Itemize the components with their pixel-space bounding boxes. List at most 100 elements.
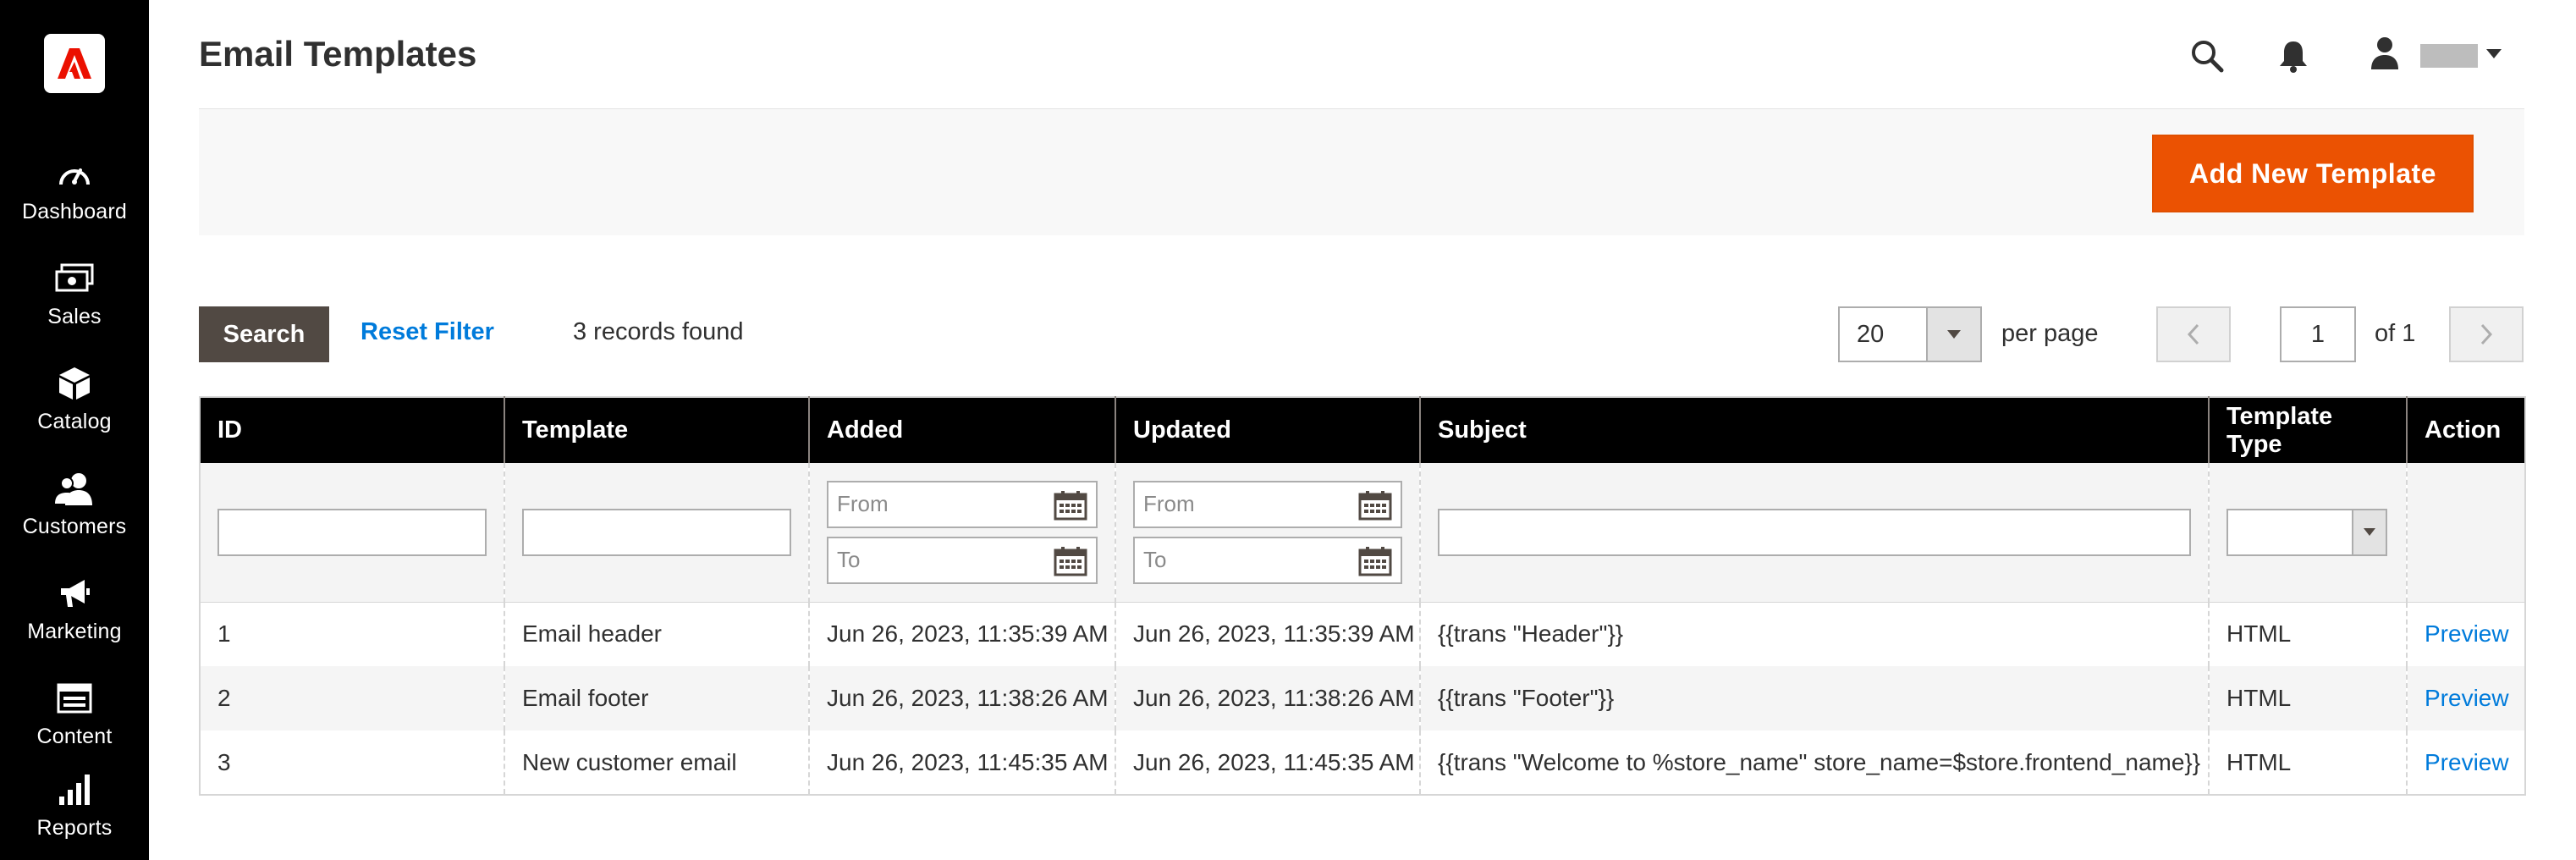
cell-subject: {{trans "Welcome to %store_name" store_n… <box>1419 730 2209 795</box>
preview-link[interactable]: Preview <box>2425 620 2509 647</box>
filter-subject-input[interactable] <box>1438 508 2191 556</box>
filter-updated-to[interactable]: To <box>1133 536 1402 584</box>
calendar-icon[interactable] <box>1054 490 1087 521</box>
chevron-down-icon[interactable] <box>2352 510 2386 554</box>
date-placeholder: To <box>1143 547 1167 573</box>
filter-template-input[interactable] <box>522 508 791 556</box>
nav-label: Reports <box>36 816 113 840</box>
nav-item-catalog[interactable]: Catalog <box>0 361 149 454</box>
page-title: Email Templates <box>199 34 477 74</box>
reset-filter-link[interactable]: Reset Filter <box>361 318 494 346</box>
cell-updated: Jun 26, 2023, 11:38:26 AM <box>1115 666 1420 730</box>
column-header-subject[interactable]: Subject <box>1419 397 2209 463</box>
nav-label: Sales <box>47 305 102 328</box>
cell-subject: {{trans "Header"}} <box>1419 602 2209 666</box>
column-header-template-type[interactable]: Template Type <box>2208 397 2407 463</box>
adobe-logo[interactable] <box>44 34 105 93</box>
filter-updated-from[interactable]: From <box>1133 480 1402 528</box>
next-page-button[interactable] <box>2449 306 2524 362</box>
column-header-updated[interactable]: Updated <box>1115 397 1420 463</box>
cell-updated: Jun 26, 2023, 11:45:35 AM <box>1115 730 1420 795</box>
sidebar: Dashboard Sales Catalog Customers Market… <box>0 0 149 860</box>
cell-action: Preview <box>2406 602 2525 666</box>
filter-cell-template-type <box>2208 463 2407 603</box>
chevron-left-icon <box>2187 323 2199 345</box>
nav-label: Customers <box>22 515 127 538</box>
nav-label: Dashboard <box>21 200 128 223</box>
user-menu-caret-icon[interactable] <box>2486 49 2502 58</box>
cell-id: 1 <box>200 602 504 666</box>
nav-item-marketing[interactable]: Marketing <box>0 571 149 664</box>
page-actions-bar: Add New Template <box>199 108 2524 235</box>
per-page-select[interactable]: 20 <box>1838 306 1982 362</box>
records-count: 3 records found <box>573 318 744 345</box>
search-button[interactable]: Search <box>199 306 329 362</box>
adobe-logo-icon <box>58 48 91 79</box>
date-placeholder: From <box>1143 491 1195 517</box>
add-new-template-button[interactable]: Add New Template <box>2152 135 2474 212</box>
catalog-icon <box>55 364 94 403</box>
preview-link[interactable]: Preview <box>2425 749 2509 775</box>
content-icon <box>55 679 94 718</box>
column-header-added[interactable]: Added <box>808 397 1115 463</box>
grid-header-row: ID Template Added Updated Subject Templa… <box>200 397 2525 463</box>
cell-added: Jun 26, 2023, 11:38:26 AM <box>808 666 1115 730</box>
cell-added: Jun 26, 2023, 11:35:39 AM <box>808 602 1115 666</box>
cell-template: New customer email <box>504 730 809 795</box>
cell-id: 3 <box>200 730 504 795</box>
table-row[interactable]: 1 Email header Jun 26, 2023, 11:35:39 AM… <box>200 602 2525 666</box>
filter-cell-action <box>2406 463 2525 603</box>
nav-label: Content <box>36 725 113 748</box>
cell-template: Email footer <box>504 666 809 730</box>
date-placeholder: From <box>837 491 889 517</box>
column-header-id[interactable]: ID <box>200 397 504 463</box>
user-icon[interactable] <box>2366 34 2403 71</box>
per-page-label: per page <box>2001 320 2099 347</box>
search-icon[interactable] <box>2188 37 2226 74</box>
cell-subject: {{trans "Footer"}} <box>1419 666 2209 730</box>
page-total: of 1 <box>2375 320 2416 347</box>
filter-id-input[interactable] <box>217 508 487 556</box>
marketing-icon <box>55 574 94 613</box>
calendar-icon[interactable] <box>1358 546 1392 576</box>
cell-id: 2 <box>200 666 504 730</box>
nav-item-content[interactable]: Content <box>0 675 149 769</box>
cell-template-type: HTML <box>2208 666 2407 730</box>
table-row[interactable]: 2 Email footer Jun 26, 2023, 11:38:26 AM… <box>200 666 2525 730</box>
cell-action: Preview <box>2406 666 2525 730</box>
filter-cell-id <box>200 463 504 603</box>
page-number-input[interactable] <box>2280 306 2356 362</box>
prev-page-button[interactable] <box>2156 306 2231 362</box>
user-name-placeholder[interactable] <box>2420 44 2478 68</box>
filter-cell-template <box>504 463 809 603</box>
dashboard-icon <box>55 154 94 193</box>
nav-item-reports[interactable]: Reports <box>0 767 149 860</box>
cell-template-type: HTML <box>2208 602 2407 666</box>
cell-template: Email header <box>504 602 809 666</box>
nav-item-dashboard[interactable]: Dashboard <box>0 151 149 244</box>
calendar-icon[interactable] <box>1054 546 1087 576</box>
cell-template-type: HTML <box>2208 730 2407 795</box>
preview-link[interactable]: Preview <box>2425 685 2509 711</box>
filter-added-to[interactable]: To <box>827 536 1098 584</box>
nav-item-customers[interactable]: Customers <box>0 466 149 559</box>
date-placeholder: To <box>837 547 861 573</box>
filter-added-from[interactable]: From <box>827 480 1098 528</box>
column-header-action: Action <box>2406 397 2525 463</box>
sales-icon <box>55 259 94 298</box>
filter-template-type-select[interactable] <box>2226 508 2387 556</box>
chevron-down-icon[interactable] <box>1926 308 1980 361</box>
cell-action: Preview <box>2406 730 2525 795</box>
calendar-icon[interactable] <box>1358 490 1392 521</box>
filter-cell-updated: From To <box>1115 463 1420 603</box>
bell-icon[interactable] <box>2275 37 2312 74</box>
cell-updated: Jun 26, 2023, 11:35:39 AM <box>1115 602 1420 666</box>
grid-filter-row: From To From To <box>200 463 2525 603</box>
column-header-template[interactable]: Template <box>504 397 809 463</box>
reports-icon <box>55 770 94 809</box>
customers-icon <box>55 469 94 508</box>
chevron-right-icon <box>2480 323 2493 345</box>
nav-item-sales[interactable]: Sales <box>0 256 149 349</box>
cell-added: Jun 26, 2023, 11:45:35 AM <box>808 730 1115 795</box>
table-row[interactable]: 3 New customer email Jun 26, 2023, 11:45… <box>200 730 2525 795</box>
